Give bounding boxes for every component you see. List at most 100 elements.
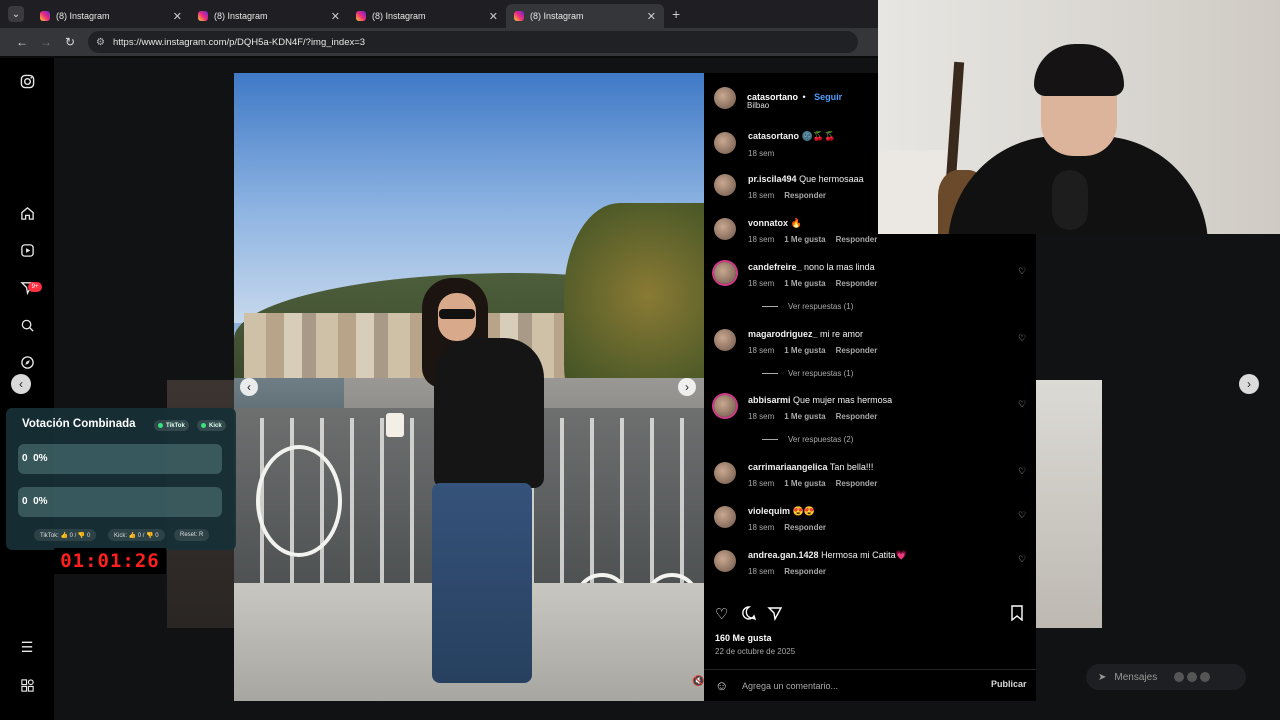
comment-like-heart-icon[interactable]: ♡ (1018, 266, 1026, 277)
post-location[interactable]: Bilbao (747, 101, 769, 110)
apps-icon[interactable] (18, 676, 36, 694)
view-replies-button[interactable]: Ver respuestas (1) (762, 369, 853, 378)
menu-icon[interactable]: ☰ (18, 638, 36, 656)
comment-input[interactable] (742, 679, 972, 693)
reply-button[interactable]: Responder (836, 479, 878, 488)
explore-icon[interactable] (18, 353, 36, 371)
reload-icon[interactable]: ↻ (58, 35, 82, 49)
carousel-prev-icon[interactable]: ‹ (240, 378, 258, 396)
carousel-next-icon[interactable]: › (678, 378, 696, 396)
caption-time: 18 sem (748, 149, 775, 158)
browser-tab-4-active[interactable]: (8) Instagram ✕ (506, 4, 664, 28)
reply-button[interactable]: Responder (836, 412, 878, 421)
reels-icon[interactable] (18, 241, 36, 259)
commenter-avatar[interactable] (714, 395, 736, 417)
reply-button[interactable]: Responder (784, 191, 826, 200)
webcam-person-hair (1034, 44, 1124, 96)
like-heart-icon[interactable]: ♡ (715, 605, 728, 623)
comment-like-heart-icon[interactable]: ♡ (1018, 399, 1026, 410)
close-tab-icon[interactable]: ✕ (331, 10, 340, 23)
webcam-guitar-neck (945, 61, 965, 183)
close-tab-icon[interactable]: ✕ (173, 10, 182, 23)
commenter-avatar[interactable] (714, 174, 736, 196)
comment-username[interactable]: violequim (748, 506, 790, 516)
commenter-avatar[interactable] (714, 462, 736, 484)
search-icon[interactable] (18, 316, 36, 334)
comment-username[interactable]: vonnatox (748, 218, 788, 228)
comment-like-heart-icon[interactable]: ♡ (1018, 333, 1026, 344)
instagram-favicon-icon (514, 11, 524, 21)
messages-button[interactable]: ➤ Mensajes (1086, 664, 1246, 690)
reply-button[interactable]: Responder (836, 279, 878, 288)
caption-meta: 18 sem (748, 149, 784, 158)
reply-button[interactable]: Responder (836, 346, 878, 355)
comment-username[interactable]: magarodriguez_ (748, 329, 818, 339)
caption-username[interactable]: catasortano (748, 131, 799, 141)
author-avatar[interactable] (714, 87, 736, 109)
previous-post-arrow-icon[interactable]: ‹ (11, 374, 31, 394)
comment-username[interactable]: pr.iscila494 (748, 174, 797, 184)
reply-button[interactable]: Responder (836, 235, 878, 244)
follow-button[interactable]: Seguir (814, 92, 842, 102)
close-tab-icon[interactable]: ✕ (647, 10, 656, 23)
adjacent-post-preview-right[interactable] (1036, 380, 1102, 628)
browser-toolbar: ← → ↻ ⚙ https://www.instagram.com/p/DQH5… (0, 28, 880, 56)
instagram-logo-icon[interactable] (18, 72, 36, 90)
commenter-avatar[interactable] (714, 550, 736, 572)
comment-username[interactable]: andrea.gan.1428 (748, 550, 819, 560)
forward-arrow-icon[interactable]: → (34, 35, 58, 49)
address-bar[interactable]: ⚙ https://www.instagram.com/p/DQH5a-KDN4… (88, 31, 858, 53)
comment-username[interactable]: candefreire_ (748, 262, 802, 272)
mute-icon[interactable]: 🔇 (692, 676, 704, 687)
share-send-icon[interactable] (767, 605, 783, 625)
comment-like-count[interactable]: 1 Me gusta (784, 412, 825, 421)
post-actions: ♡ (704, 603, 1036, 633)
reply-button[interactable]: Responder (784, 567, 826, 576)
comment-text: Tan bella!!! (829, 462, 874, 472)
post-image[interactable] (234, 73, 704, 701)
comment-like-heart-icon[interactable]: ♡ (1018, 510, 1026, 521)
view-replies-button[interactable]: Ver respuestas (2) (762, 435, 853, 444)
save-bookmark-icon[interactable] (1010, 605, 1024, 625)
like-count[interactable]: 160 Me gusta (715, 633, 772, 643)
home-icon[interactable] (18, 204, 36, 222)
view-replies-button[interactable]: Ver respuestas (1) (762, 302, 853, 311)
new-tab-plus-icon[interactable]: + (672, 6, 680, 22)
commenter-avatar[interactable] (714, 218, 736, 240)
comment-bubble-icon[interactable] (741, 605, 757, 625)
comment-like-count[interactable]: 1 Me gusta (784, 235, 825, 244)
comment-like-count[interactable]: 1 Me gusta (784, 479, 825, 488)
site-info-icon[interactable]: ⚙ (96, 37, 105, 48)
tab-search-chevron-icon[interactable]: ⌄ (8, 6, 24, 22)
comment-line: carrimariaangelica Tan bella!!! (748, 462, 873, 472)
commenter-avatar[interactable] (714, 329, 736, 351)
browser-tab-2[interactable]: (8) Instagram ✕ (190, 4, 348, 28)
emoji-icon[interactable]: ☺ (715, 678, 728, 693)
commenter-avatar[interactable] (714, 506, 736, 528)
comment-like-count[interactable]: 1 Me gusta (784, 279, 825, 288)
comment-text: mi re amor (820, 329, 864, 339)
comment-like-count[interactable]: 1 Me gusta (784, 346, 825, 355)
publish-button[interactable]: Publicar (991, 679, 1027, 689)
comment-line: violequim 😍😍 (748, 506, 815, 517)
comment-meta: 18 sem Responder (748, 567, 826, 576)
comment-like-heart-icon[interactable]: ♡ (1018, 466, 1026, 477)
comment-line: magarodriguez_ mi re amor (748, 329, 863, 339)
comment-text: Que mujer mas hermosa (793, 395, 893, 405)
comment-like-heart-icon[interactable]: ♡ (1018, 554, 1026, 565)
live-dot-icon (201, 423, 206, 428)
back-arrow-icon[interactable]: ← (10, 35, 34, 49)
instagram-favicon-icon (198, 11, 208, 21)
close-tab-icon[interactable]: ✕ (489, 10, 498, 23)
instagram-favicon-icon (40, 11, 50, 21)
browser-tab-3[interactable]: (8) Instagram ✕ (348, 4, 506, 28)
author-avatar[interactable] (714, 132, 736, 154)
commenter-avatar[interactable] (714, 262, 736, 284)
comment-username[interactable]: carrimariaangelica (748, 462, 828, 472)
comment-username[interactable]: abbisarmi (748, 395, 791, 405)
photo-coffee-cup (386, 413, 404, 437)
reply-button[interactable]: Responder (784, 523, 826, 532)
vote-bar-option-2: 0 0% (18, 487, 222, 517)
next-post-arrow-icon[interactable]: › (1239, 374, 1259, 394)
browser-tab-1[interactable]: (8) Instagram ✕ (32, 4, 190, 28)
